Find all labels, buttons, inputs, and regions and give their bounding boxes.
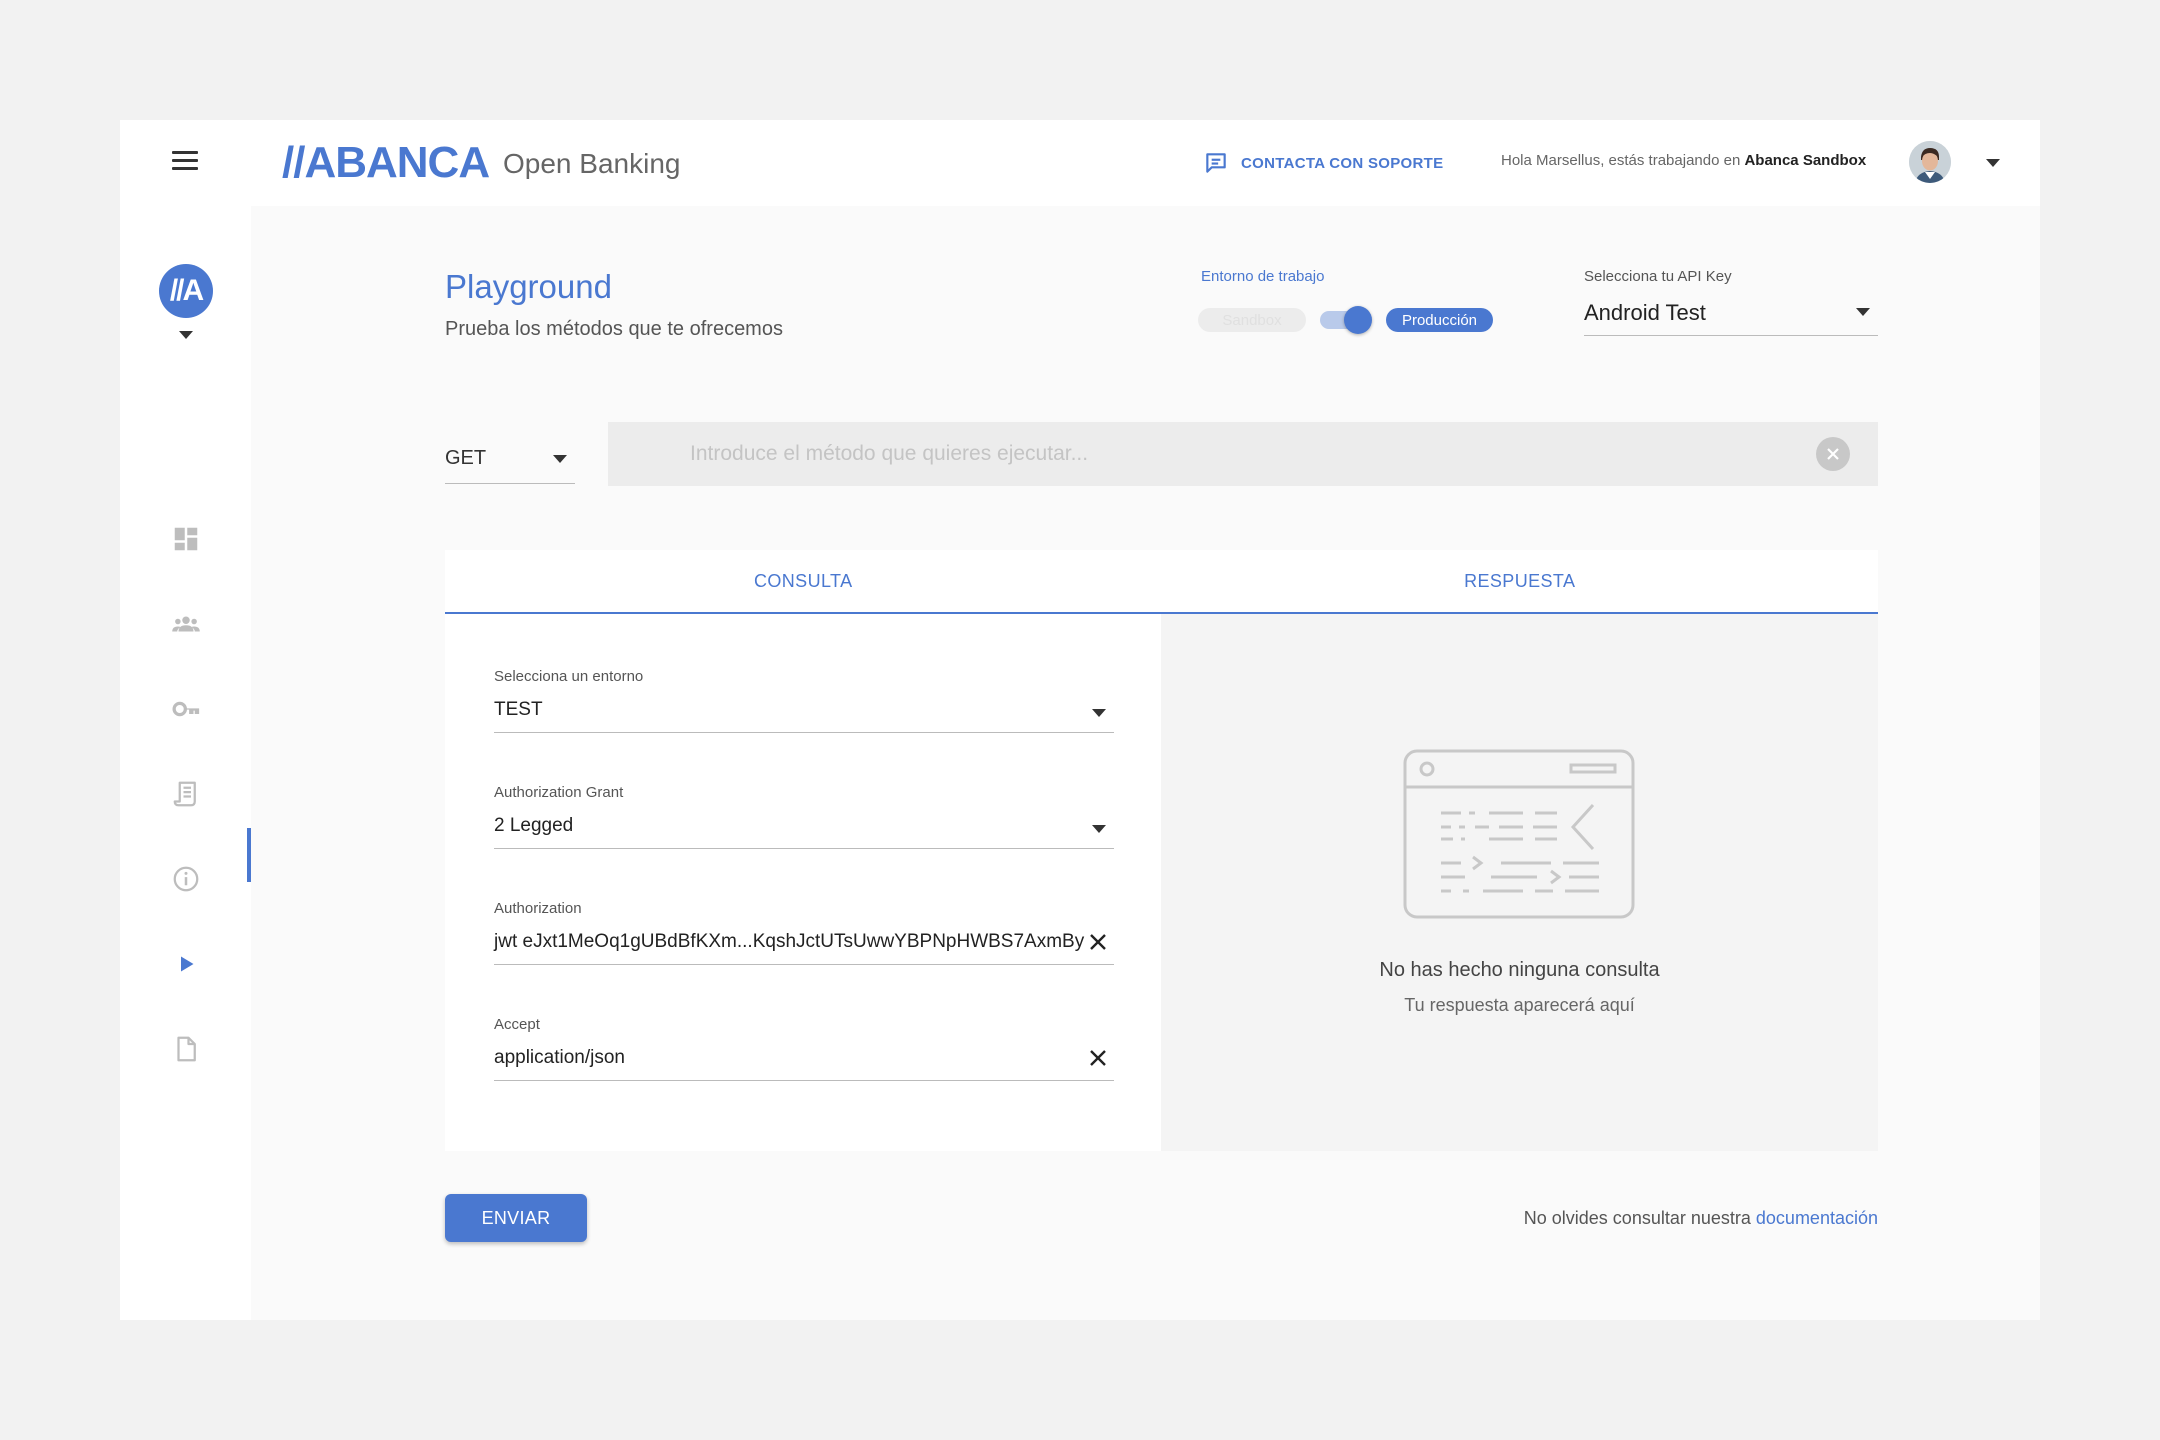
key-icon — [172, 701, 200, 717]
authorization-input[interactable]: jwt eJxt1MeOq1gUBdBfKXm...KqshJctUTsUwwY… — [494, 927, 1114, 965]
accept-input[interactable]: application/json — [494, 1043, 1114, 1081]
authorization-grant-select[interactable]: 2 Legged — [494, 811, 1114, 849]
environment-select[interactable]: TEST — [494, 695, 1114, 733]
chevron-down-icon[interactable] — [1092, 709, 1106, 717]
logo-subtitle: Open Banking — [503, 148, 681, 179]
field-value: TEST — [494, 699, 543, 720]
response-panel: No has hecho ninguna consulta Tu respues… — [1161, 614, 1878, 1151]
empty-state-title: No has hecho ninguna consulta — [1379, 959, 1660, 981]
chevron-down-icon — [1856, 308, 1870, 316]
top-header: //ABANCA Open Banking CONTACTA CON SOPOR… — [120, 120, 2040, 206]
method-input[interactable] — [608, 422, 1878, 486]
field-value: jwt eJxt1MeOq1gUBdBfKXm...KqshJctUTsUwwY… — [494, 931, 1085, 952]
sidebar-item-users[interactable] — [156, 599, 216, 649]
workspace-name: Abanca Sandbox — [1744, 152, 1867, 169]
environment-label: Entorno de trabajo — [1201, 268, 1325, 285]
sidebar-item-info[interactable] — [156, 854, 216, 904]
http-method-value: GET — [445, 447, 487, 469]
close-icon[interactable] — [1086, 1046, 1110, 1070]
chat-icon — [1206, 153, 1226, 173]
receipt-icon — [173, 781, 196, 807]
document-icon — [177, 1036, 196, 1062]
docs-note: No olvides consultar nuestra documentaci… — [1524, 1208, 1878, 1229]
page-title: Playground — [445, 268, 612, 305]
docs-prefix: No olvides consultar nuestra — [1523, 1208, 1751, 1228]
docs-link[interactable]: documentación — [1756, 1208, 1878, 1228]
field-label: Selecciona un entorno — [494, 668, 644, 685]
http-method-select[interactable]: GET — [445, 432, 575, 484]
hamburger-menu-icon[interactable] — [172, 151, 198, 173]
api-key-label: Selecciona tu API Key — [1584, 268, 1732, 285]
close-icon[interactable] — [1086, 930, 1110, 954]
environment-production-option[interactable]: Producción — [1386, 308, 1493, 332]
chevron-down-icon — [553, 455, 567, 463]
field-value: 2 Legged — [494, 815, 574, 836]
send-button[interactable]: ENVIAR — [445, 1194, 587, 1242]
clear-input-icon[interactable] — [1816, 437, 1850, 471]
field-label: Authorization — [494, 900, 582, 917]
field-label: Accept — [494, 1016, 540, 1033]
play-icon — [181, 956, 194, 972]
authorization-grant-field: Authorization Grant 2 Legged — [494, 784, 1114, 849]
tab-respuesta[interactable]: RESPUESTA — [1162, 550, 1879, 612]
query-response-tabs: CONSULTA RESPUESTA — [445, 550, 1878, 614]
page-subtitle: Prueba los métodos que te ofrecemos — [445, 318, 783, 340]
sidebar-item-documents[interactable] — [156, 1024, 216, 1074]
support-link[interactable]: CONTACTA CON SOPORTE — [1203, 150, 1443, 176]
greeting-text: Hola Marsellus, estás trabajando en — [1501, 152, 1741, 169]
dashboard-icon — [174, 527, 198, 551]
accept-field: Accept application/json — [494, 1016, 1114, 1081]
query-panel: Selecciona un entorno TEST Authorization… — [445, 614, 1161, 1151]
environment-field: Selecciona un entorno TEST — [494, 668, 1114, 733]
group-icon — [172, 616, 200, 632]
api-key-select[interactable]: Android Test — [1584, 296, 1878, 336]
field-value: application/json — [494, 1047, 625, 1068]
support-label: CONTACTA CON SOPORTE — [1241, 154, 1444, 172]
environment-toggle[interactable] — [1320, 306, 1372, 334]
toggle-knob — [1344, 306, 1372, 334]
api-key-value: Android Test — [1584, 300, 1706, 325]
active-indicator — [247, 828, 251, 882]
sidebar-item-receipts[interactable] — [156, 769, 216, 819]
field-label: Authorization Grant — [494, 784, 624, 801]
empty-browser-code-icon — [1403, 749, 1635, 919]
sidebar-item-playground[interactable] — [156, 939, 216, 989]
brand-caret-icon[interactable] — [179, 331, 193, 339]
tab-consulta[interactable]: CONSULTA — [445, 550, 1162, 612]
info-icon — [173, 866, 199, 892]
sidebar-item-keys[interactable] — [156, 684, 216, 734]
sidebar: //A — [120, 206, 251, 1320]
empty-state-subtitle: Tu respuesta aparecerá aquí — [1404, 995, 1635, 1015]
avatar[interactable] — [1909, 141, 1951, 183]
chevron-down-icon[interactable] — [1092, 825, 1106, 833]
sidebar-item-dashboard[interactable] — [156, 514, 216, 564]
workspace-greeting: Hola Marsellus, estás trabajando en Aban… — [1501, 152, 1866, 169]
brand-switcher[interactable]: //A — [159, 264, 213, 318]
environment-sandbox-option[interactable]: Sandbox — [1198, 308, 1306, 332]
user-menu-caret-icon[interactable] — [1986, 159, 2000, 167]
abanca-logo: //ABANCA — [282, 138, 490, 187]
authorization-field: Authorization jwt eJxt1MeOq1gUBdBfKXm...… — [494, 900, 1114, 965]
